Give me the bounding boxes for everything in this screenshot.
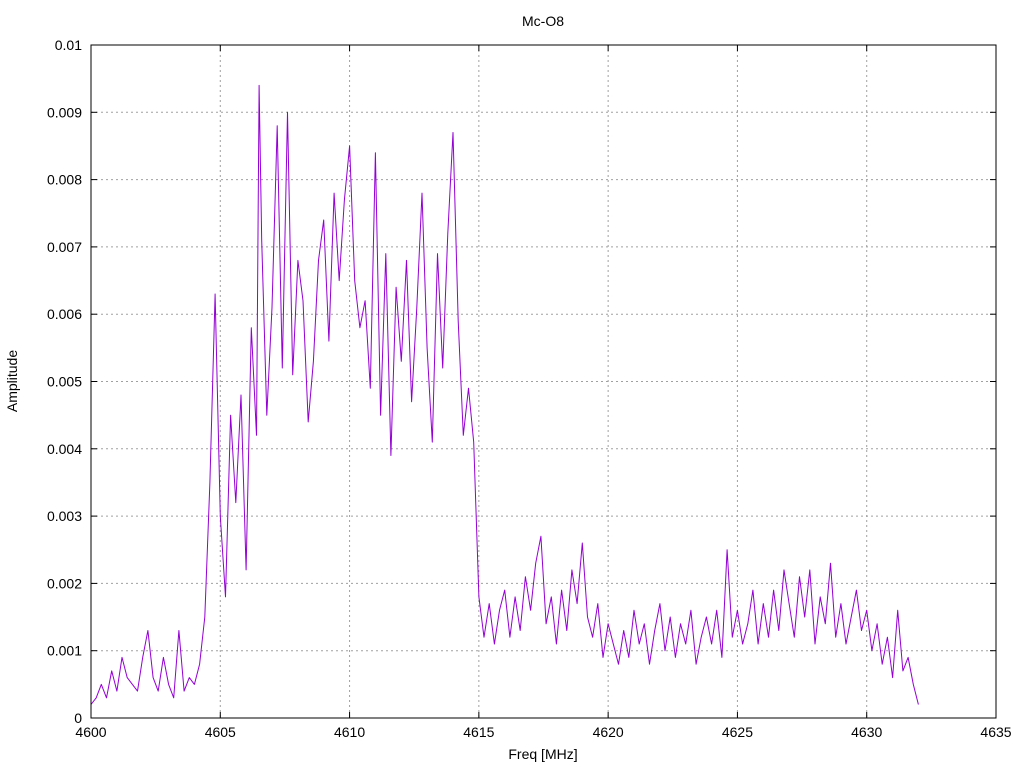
y-tick-label: 0.001 [47, 643, 82, 659]
x-tick-label: 4625 [722, 724, 753, 740]
y-tick-label: 0.01 [55, 37, 82, 53]
axis-ticks: 4600 4605 4610 4615 4620 4625 4630 4635 0 0.001 0.… [47, 37, 1012, 740]
x-tick-label: 4610 [334, 724, 365, 740]
y-tick-label: 0.002 [47, 575, 82, 591]
spectrum-chart: Mc-O8 4600 4605 4610 4615 4620 4625 4630 4635 0 0… [4, 13, 1012, 762]
y-tick-label: 0.007 [47, 239, 82, 255]
y-tick-label: 0.004 [47, 441, 82, 457]
y-tick-label: 0.005 [47, 374, 82, 390]
y-tick-label: 0 [74, 710, 82, 726]
x-axis-label: Freq [MHz] [508, 746, 577, 762]
x-tick-label: 4615 [463, 724, 494, 740]
x-tick-label: 4600 [75, 724, 106, 740]
series-layer [90, 84, 919, 705]
y-tick-label: 0.008 [47, 172, 82, 188]
x-tick-label: 4620 [593, 724, 624, 740]
y-tick-label: 0.003 [47, 508, 82, 524]
x-tick-label: 4630 [851, 724, 882, 740]
x-tick-label: 4605 [205, 724, 236, 740]
chart-title: Mc-O8 [522, 13, 564, 29]
y-tick-label: 0.006 [47, 306, 82, 322]
series-line-0 [90, 84, 919, 705]
x-tick-label: 4635 [980, 724, 1011, 740]
y-axis-label: Amplitude [4, 350, 20, 412]
y-tick-label: 0.009 [47, 104, 82, 120]
